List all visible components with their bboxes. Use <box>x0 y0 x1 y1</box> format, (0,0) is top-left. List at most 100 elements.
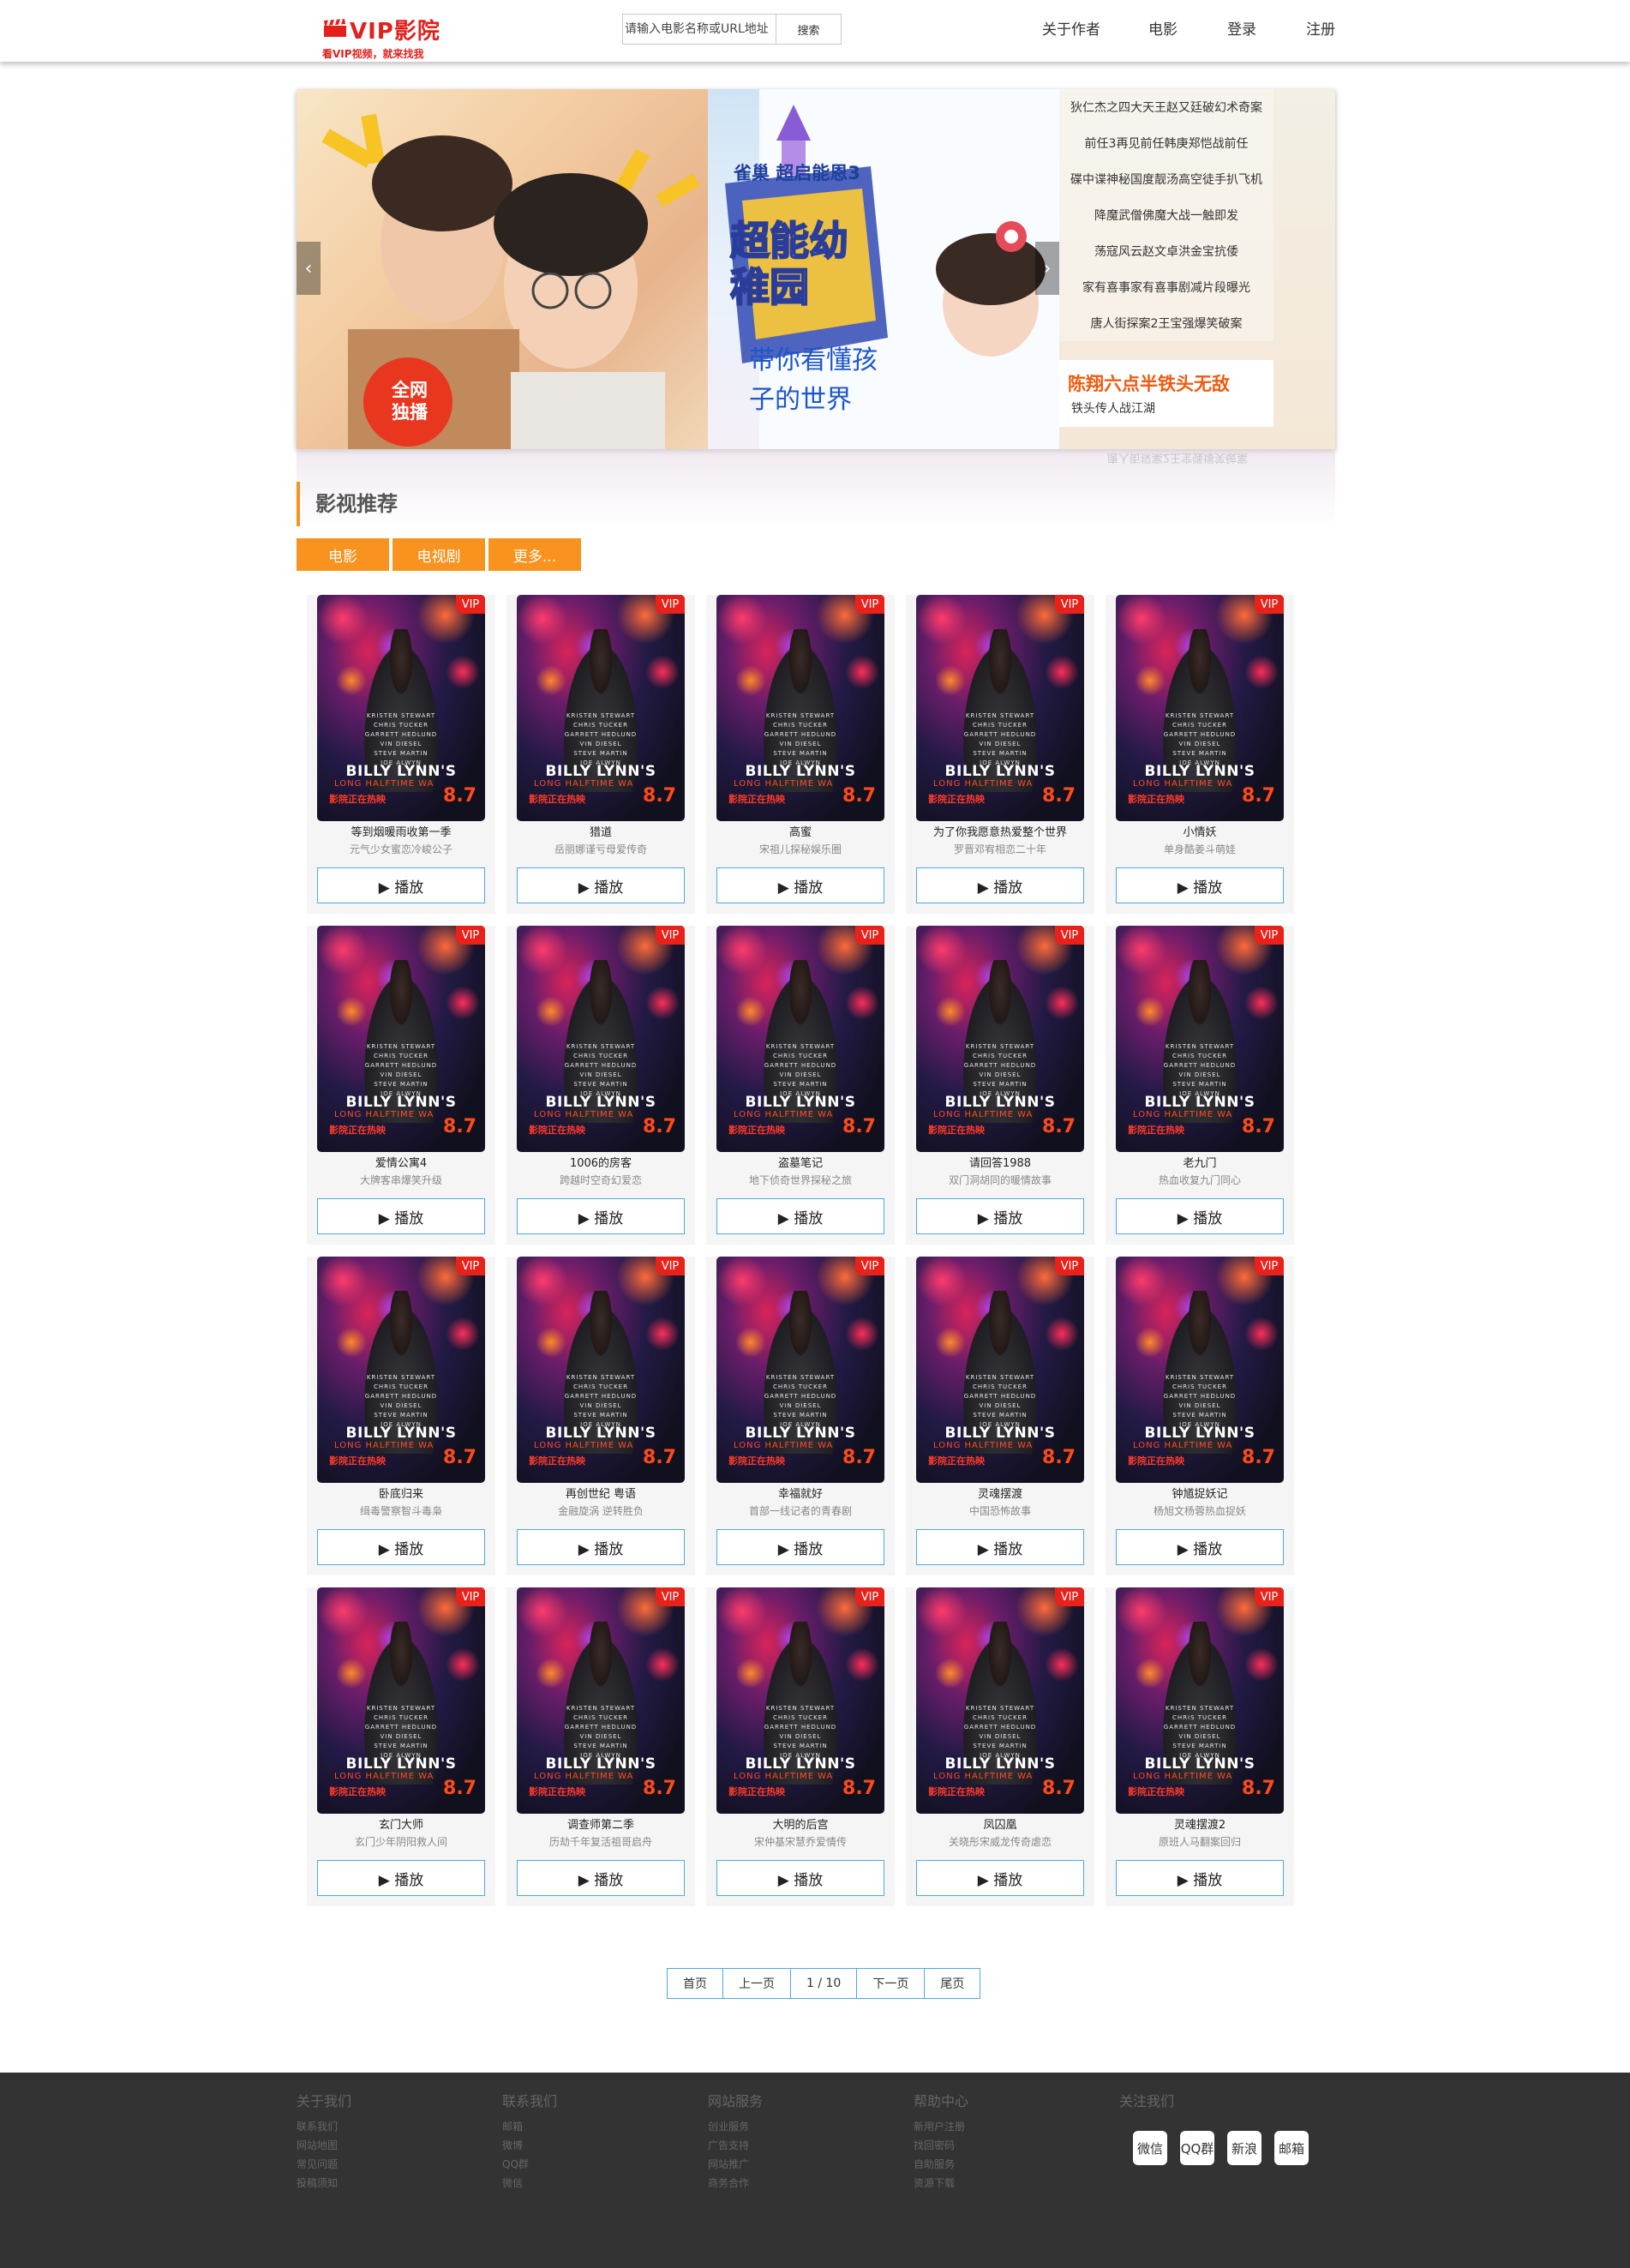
movie-poster[interactable]: KRISTEN STEWART CHRIS TUCKER GARRETT HED… <box>916 1257 1084 1483</box>
play-button[interactable]: ▶ 播放 <box>916 1198 1084 1234</box>
movie-poster[interactable]: KRISTEN STEWART CHRIS TUCKER GARRETT HED… <box>716 1257 884 1483</box>
movie-poster[interactable]: KRISTEN STEWART CHRIS TUCKER GARRETT HED… <box>1116 926 1284 1152</box>
footer-link[interactable]: 微博 <box>502 2136 557 2155</box>
tab-movies[interactable]: 电影 <box>297 538 389 571</box>
play-button[interactable]: ▶ 播放 <box>517 1198 685 1234</box>
banner-list-item[interactable]: 唐人街探案2王宝强爆笑破案 <box>1059 305 1273 341</box>
vip-badge: VIP <box>1255 926 1284 945</box>
footer-link[interactable]: QQ群 <box>502 2155 557 2174</box>
play-button[interactable]: ▶ 播放 <box>317 1198 485 1234</box>
banner-slide-image-mid[interactable]: 雀巢 超启能恩3 超能幼稚园 带你看懂孩子的世界 <box>708 89 1059 449</box>
footer-link[interactable]: 商务合作 <box>708 2174 763 2193</box>
movie-title: 等到烟暖雨收第一季 <box>351 826 452 839</box>
play-button[interactable]: ▶ 播放 <box>317 1860 485 1896</box>
wechat-button[interactable]: 微信 <box>1133 2131 1167 2165</box>
movie-poster[interactable]: KRISTEN STEWART CHRIS TUCKER GARRETT HED… <box>317 1587 485 1814</box>
movie-poster[interactable]: KRISTEN STEWART CHRIS TUCKER GARRETT HED… <box>517 1257 685 1483</box>
play-button[interactable]: ▶ 播放 <box>317 1529 485 1565</box>
banner-active-item[interactable]: 陈翔六点半铁头无敌 铁头传人战江湖 <box>1059 360 1273 427</box>
movie-card: KRISTEN STEWART CHRIS TUCKER GARRETT HED… <box>307 1257 495 1575</box>
footer-link[interactable]: 投稿须知 <box>297 2174 351 2193</box>
movie-title: 玄门大师 <box>378 1819 423 1832</box>
page-first-button[interactable]: 首页 <box>668 1969 723 1998</box>
movie-poster[interactable]: KRISTEN STEWART CHRIS TUCKER GARRETT HED… <box>716 926 884 1152</box>
carousel-prev-arrow-icon[interactable]: ‹ <box>297 242 321 295</box>
footer-link[interactable]: 创业服务 <box>708 2117 763 2136</box>
footer-link[interactable]: 联系我们 <box>297 2117 351 2136</box>
footer-link[interactable]: 网站地图 <box>297 2136 351 2155</box>
banner-list-item[interactable]: 狄仁杰之四大天王赵又廷破幻术奇案 <box>1059 89 1273 125</box>
nav-movies[interactable]: 电影 <box>1148 17 1178 39</box>
site-logo[interactable]: VIP影院 看VIP视频，就来找我 <box>322 14 442 62</box>
banner-list-item[interactable]: 家有喜事家有喜事剧减片段曝光 <box>1059 269 1273 305</box>
banner-carousel[interactable]: 全网独播 雀巢 超启能恩3 超能幼稚园 带你看懂孩子的世界 狄仁杰之四大天王赵又… <box>297 89 1335 449</box>
firework-decoration <box>1045 986 1079 1020</box>
play-button[interactable]: ▶ 播放 <box>317 867 485 903</box>
banner-list-item[interactable]: 荡寇风云赵文卓洪金宝抗倭 <box>1059 233 1273 269</box>
search-input[interactable] <box>623 15 776 44</box>
nav-register[interactable]: 注册 <box>1306 17 1335 39</box>
carousel-next-arrow-icon[interactable]: › <box>1035 242 1059 295</box>
movie-poster[interactable]: KRISTEN STEWART CHRIS TUCKER GARRETT HED… <box>517 926 685 1152</box>
page-last-button[interactable]: 尾页 <box>925 1969 980 1998</box>
play-button[interactable]: ▶ 播放 <box>1116 867 1284 903</box>
banner-list-item[interactable]: 碟中谍神秘国度靓汤高空徒手扒飞机 <box>1059 161 1273 197</box>
movie-poster[interactable]: KRISTEN STEWART CHRIS TUCKER GARRETT HED… <box>517 1587 685 1814</box>
banner-list-item[interactable]: 降魔武僧佛魔大战一触即发 <box>1059 197 1273 233</box>
movie-poster[interactable]: KRISTEN STEWART CHRIS TUCKER GARRETT HED… <box>716 1587 884 1814</box>
play-button[interactable]: ▶ 播放 <box>916 1860 1084 1896</box>
footer-link[interactable]: 自助服务 <box>914 2155 968 2174</box>
search-button[interactable]: 搜索 <box>776 15 841 44</box>
movie-poster[interactable]: KRISTEN STEWART CHRIS TUCKER GARRETT HED… <box>1116 595 1284 821</box>
poster-now-showing: 影院正在热映 <box>728 1455 785 1467</box>
poster-film-subtitle: LONG HALFTIME WA <box>1133 1772 1233 1781</box>
banner-list-item[interactable]: 前任3再见前任韩庚郑恺战前任 <box>1059 125 1273 161</box>
play-button[interactable]: ▶ 播放 <box>1116 1198 1284 1234</box>
movie-poster[interactable]: KRISTEN STEWART CHRIS TUCKER GARRETT HED… <box>517 595 685 821</box>
poster-film-title: BILLY LYNN'S <box>545 1094 656 1111</box>
play-button[interactable]: ▶ 播放 <box>716 1529 884 1565</box>
play-button[interactable]: ▶ 播放 <box>716 1198 884 1234</box>
footer-link[interactable]: 网站推广 <box>708 2155 763 2174</box>
movie-poster[interactable]: KRISTEN STEWART CHRIS TUCKER GARRETT HED… <box>317 926 485 1152</box>
tab-tv-series[interactable]: 电视剧 <box>393 538 485 571</box>
movie-poster[interactable]: KRISTEN STEWART CHRIS TUCKER GARRETT HED… <box>916 595 1084 821</box>
play-button[interactable]: ▶ 播放 <box>716 1860 884 1896</box>
movie-poster[interactable]: KRISTEN STEWART CHRIS TUCKER GARRETT HED… <box>1116 1257 1284 1483</box>
movie-poster[interactable]: KRISTEN STEWART CHRIS TUCKER GARRETT HED… <box>916 926 1084 1152</box>
play-button[interactable]: ▶ 播放 <box>517 1860 685 1896</box>
sina-weibo-button[interactable]: 新浪 <box>1227 2131 1261 2165</box>
play-button[interactable]: ▶ 播放 <box>716 867 884 903</box>
footer-link[interactable]: 邮箱 <box>502 2117 557 2136</box>
movie-poster[interactable]: KRISTEN STEWART CHRIS TUCKER GARRETT HED… <box>716 595 884 821</box>
footer-link[interactable]: 找回密码 <box>914 2136 968 2155</box>
footer-link[interactable]: 常见问题 <box>297 2155 351 2174</box>
poster-cast-list: KRISTEN STEWART CHRIS TUCKER GARRETT HED… <box>963 712 1037 766</box>
play-button[interactable]: ▶ 播放 <box>1116 1529 1284 1565</box>
firework-decoration <box>446 1647 480 1682</box>
page-prev-button[interactable]: 上一页 <box>723 1969 791 1998</box>
page-next-button[interactable]: 下一页 <box>857 1969 926 1998</box>
nav-login[interactable]: 登录 <box>1227 17 1256 39</box>
movie-poster[interactable]: KRISTEN STEWART CHRIS TUCKER GARRETT HED… <box>317 1257 485 1483</box>
qq-group-button[interactable]: QQ群 <box>1180 2131 1214 2165</box>
nav-about-author[interactable]: 关于作者 <box>1042 17 1100 39</box>
movie-title: 灵魂摆渡2 <box>1173 1819 1226 1832</box>
play-button[interactable]: ▶ 播放 <box>1116 1860 1284 1896</box>
email-button[interactable]: 邮箱 <box>1274 2131 1309 2165</box>
footer-link[interactable]: 微信 <box>502 2174 557 2193</box>
play-button[interactable]: ▶ 播放 <box>517 867 685 903</box>
movie-poster[interactable]: KRISTEN STEWART CHRIS TUCKER GARRETT HED… <box>1116 1587 1284 1814</box>
play-button[interactable]: ▶ 播放 <box>916 1529 1084 1565</box>
poster-film-subtitle: LONG HALFTIME WA <box>334 1772 434 1781</box>
play-button[interactable]: ▶ 播放 <box>916 867 1084 903</box>
poster-score: 8.7 <box>1242 1116 1275 1137</box>
footer-link[interactable]: 广告支持 <box>708 2136 763 2155</box>
footer-link[interactable]: 新用户注册 <box>914 2117 968 2136</box>
play-button[interactable]: ▶ 播放 <box>517 1529 685 1565</box>
movie-poster[interactable]: KRISTEN STEWART CHRIS TUCKER GARRETT HED… <box>317 595 485 821</box>
banner-slide-image-left[interactable]: 全网独播 <box>297 89 708 449</box>
movie-poster[interactable]: KRISTEN STEWART CHRIS TUCKER GARRETT HED… <box>916 1587 1084 1814</box>
footer-link[interactable]: 资源下载 <box>914 2174 968 2193</box>
tab-more[interactable]: 更多... <box>488 538 581 571</box>
